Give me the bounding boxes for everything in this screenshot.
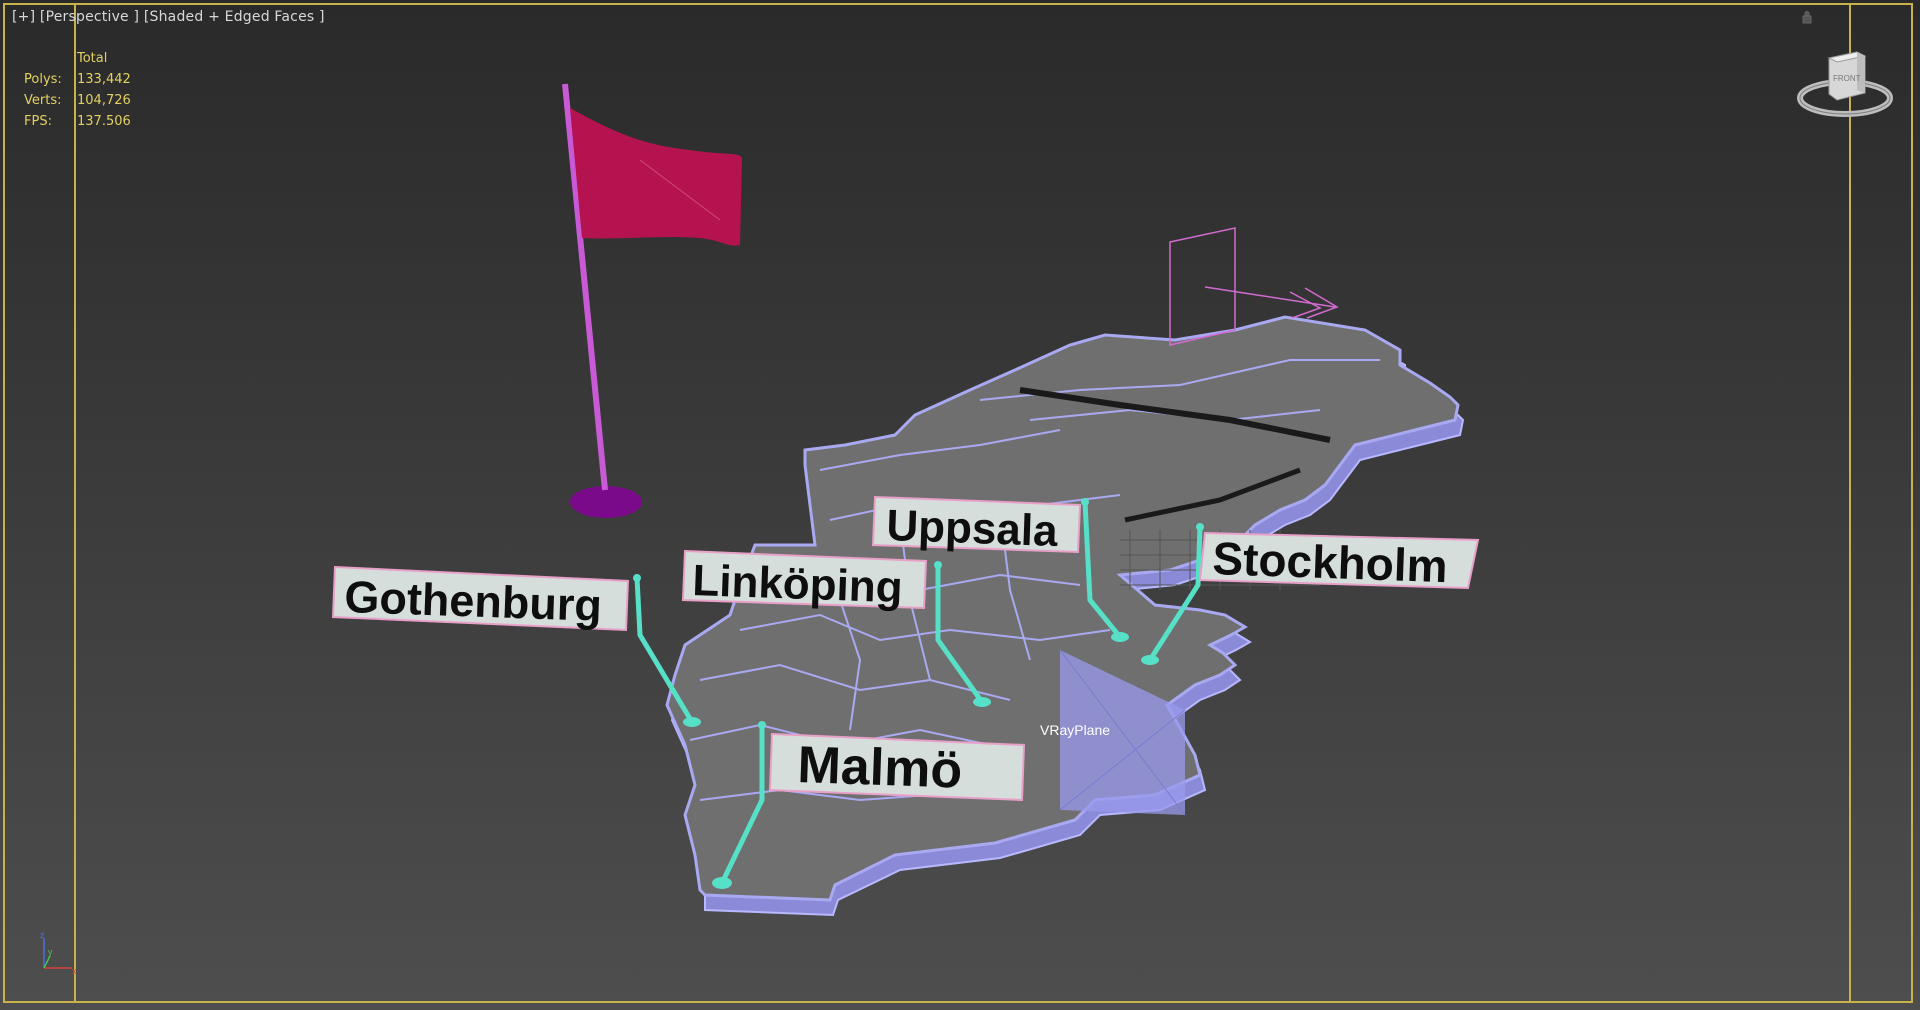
stats-polys-value: 133,442 bbox=[77, 72, 131, 87]
city-label-gothenburg[interactable]: Gothenburg bbox=[331, 565, 630, 632]
lock-icon[interactable] bbox=[1800, 10, 1814, 24]
city-label-stockholm[interactable]: Stockholm bbox=[1198, 531, 1480, 592]
sweden-map-mesh[interactable] bbox=[665, 315, 1465, 917]
city-label-malmo[interactable]: Malmö bbox=[768, 732, 1026, 802]
viewport-perspective[interactable]: VRayPlane Uppsala Stockholm Linköping Go… bbox=[0, 0, 1920, 1010]
label-text-malmo: Malmö bbox=[797, 736, 964, 800]
label-text-stockholm: Stockholm bbox=[1212, 532, 1449, 592]
stats-verts-value: 104,726 bbox=[77, 93, 131, 108]
viewport-statistics: Total Polys: 133,442 Verts: 104,726 FPS: 13… bbox=[24, 48, 131, 132]
axis-tripod-icon: z y x bbox=[40, 930, 77, 976]
map-surface bbox=[665, 315, 1460, 902]
flag-cloth bbox=[570, 108, 742, 246]
stats-verts-label: Verts: bbox=[24, 93, 62, 108]
city-label-linkoping[interactable]: Linköping bbox=[681, 549, 928, 612]
viewcube-front-label: FRONT bbox=[1833, 74, 1861, 83]
flag-base bbox=[570, 486, 642, 518]
label-text-linkoping: Linköping bbox=[692, 556, 904, 612]
stats-polys-label: Polys: bbox=[24, 72, 62, 87]
viewcube-icon[interactable]: FRONT bbox=[1795, 48, 1895, 128]
stats-fps-value: 137.506 bbox=[77, 114, 131, 129]
vray-plane-label: VRayPlane bbox=[1040, 722, 1110, 738]
axis-x-label: x bbox=[72, 966, 77, 976]
stats-fps-label: FPS: bbox=[24, 114, 52, 129]
label-text-gothenburg: Gothenburg bbox=[344, 571, 603, 631]
label-text-uppsala: Uppsala bbox=[886, 501, 1059, 556]
city-label-uppsala[interactable]: Uppsala bbox=[871, 495, 1082, 556]
axis-z-label: z bbox=[40, 930, 45, 940]
stats-total-label: Total bbox=[77, 51, 108, 66]
gizmo-arrow-line bbox=[1204, 286, 1336, 308]
flag-object[interactable] bbox=[562, 83, 742, 518]
gizmo-box bbox=[1169, 227, 1236, 346]
axis-y-label: y bbox=[48, 947, 53, 957]
viewport-view-menu[interactable]: [Perspective ] bbox=[40, 9, 139, 25]
viewport-shading-menu[interactable]: [Shaded + Edged Faces ] bbox=[144, 9, 325, 25]
viewport-plus-menu[interactable]: [+] bbox=[12, 9, 35, 25]
scene-canvas[interactable]: VRayPlane Uppsala Stockholm Linköping Go… bbox=[0, 0, 1920, 1010]
viewport-label-menu[interactable]: [+] [Perspective ] [Shaded + Edged Faces… bbox=[12, 9, 325, 25]
